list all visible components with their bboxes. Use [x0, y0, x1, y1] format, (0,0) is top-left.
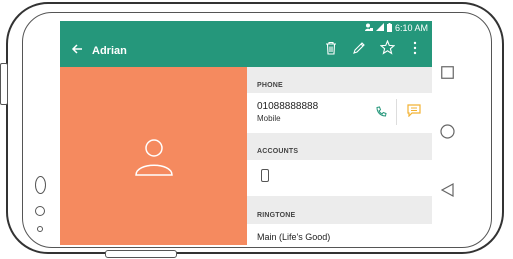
phone-entry[interactable]: 01088888888 Mobile — [247, 93, 432, 133]
signal-icon — [375, 23, 384, 33]
phone-type: Mobile — [257, 114, 281, 123]
delete-button[interactable] — [322, 40, 340, 60]
device-account-icon — [261, 169, 269, 182]
battery-icon — [386, 22, 392, 34]
more-icon — [413, 41, 417, 60]
hardware-button-1 — [35, 176, 46, 194]
phone-number: 01088888888 — [257, 101, 319, 112]
hardware-button-3 — [37, 226, 43, 232]
edit-button[interactable] — [350, 40, 368, 60]
accounts-section-header: ACCOUNTS — [257, 148, 299, 155]
more-options-button[interactable] — [406, 40, 424, 60]
ringtone-entry[interactable]: Main (Life's Good) — [247, 224, 432, 245]
status-bar: 6:10 AM — [364, 22, 428, 34]
hardware-button-2 — [35, 206, 45, 216]
screen: 6:10 AM Adrian PHONE 01088888888 Mobile … — [60, 21, 432, 245]
star-icon — [379, 39, 395, 60]
person-icon — [134, 135, 174, 182]
recent-apps-icon[interactable] — [441, 66, 454, 84]
contact-name-title: Adrian — [92, 45, 127, 57]
phone-number-block: 01088888888 Mobile — [257, 101, 318, 123]
back-arrow-icon — [71, 42, 83, 60]
home-icon[interactable] — [440, 124, 455, 144]
status-time: 6:10 AM — [394, 23, 428, 33]
favorite-button[interactable] — [378, 39, 396, 60]
call-icon[interactable] — [375, 105, 387, 123]
accounts-entry[interactable] — [247, 160, 432, 196]
phone-section-header: PHONE — [257, 82, 283, 89]
toolbar: Adrian — [60, 35, 432, 67]
volume-button — [0, 63, 8, 105]
back-nav-icon[interactable] — [440, 182, 454, 202]
bottom-button — [105, 250, 177, 258]
contact-details: PHONE 01088888888 Mobile ACCOUNTS RINGTO… — [247, 67, 432, 245]
message-icon[interactable] — [407, 104, 421, 122]
ringtone-section-header: RINGTONE — [257, 212, 296, 219]
contact-status-icon — [364, 23, 373, 34]
edit-icon — [352, 41, 366, 60]
divider — [396, 99, 397, 125]
toolbar-actions — [322, 39, 424, 60]
app-bar: 6:10 AM Adrian — [60, 21, 432, 67]
delete-icon — [325, 41, 337, 60]
ringtone-value: Main (Life's Good) — [257, 232, 331, 242]
contact-photo-area[interactable] — [60, 67, 247, 245]
back-button[interactable] — [66, 40, 88, 62]
